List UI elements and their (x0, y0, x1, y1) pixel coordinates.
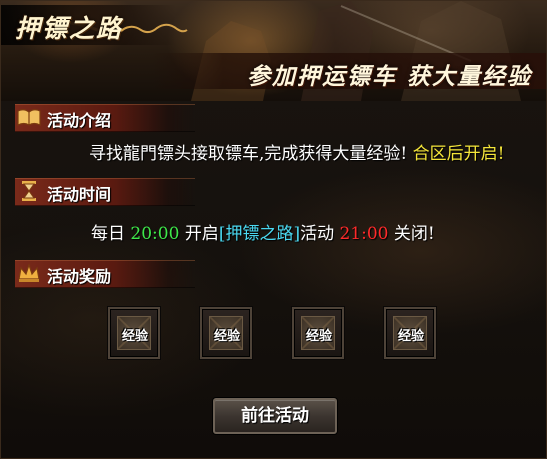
reward-label: 经验 (397, 329, 424, 344)
time-event-name: [押镖之路] (218, 224, 301, 244)
reward-item[interactable]: 经验 (292, 307, 344, 359)
hourglass-icon (22, 181, 36, 201)
time-end: 21:00 (339, 224, 389, 244)
reward-label: 经验 (305, 329, 332, 344)
reward-icon: 经验 (209, 316, 243, 350)
reward-label: 经验 (213, 329, 240, 344)
intro-description: 寻找龍門镖头接取镖车,完成获得大量经验! (89, 144, 408, 164)
book-icon (17, 109, 41, 126)
time-close: 关闭! (393, 224, 435, 244)
intro-highlight: 合区后开启! (412, 144, 505, 164)
section-header-time: 活动时间 (15, 178, 195, 206)
section-title-rewards: 活动奖励 (47, 267, 112, 286)
time-activity: 活动 (300, 224, 335, 244)
go-to-event-button[interactable]: 前往活动 (213, 398, 337, 434)
time-text-line: 每日 20:00 开启[押镖之路]活动 21:00 关闭! (91, 219, 435, 244)
crown-icon (18, 263, 40, 282)
time-open: 开启 (184, 224, 219, 244)
banner-slogan: 参加押运镖车 获大量经验 (246, 63, 532, 90)
reward-icon: 经验 (117, 316, 151, 350)
section-header-rewards: 活动奖励 (15, 260, 195, 288)
time-daily: 每日 (91, 224, 125, 244)
reward-item[interactable]: 经验 (200, 307, 252, 359)
reward-icon: 经验 (301, 316, 335, 350)
reward-icon: 经验 (393, 316, 427, 350)
section-title-intro: 活动介绍 (47, 111, 112, 130)
section-title-time: 活动时间 (47, 185, 112, 204)
reward-label: 经验 (121, 329, 148, 344)
event-panel: 押镖之路 参加押运镖车 获大量经验 活动介绍 寻找龍門镖头接取镖车,完成获得大量… (0, 0, 547, 459)
event-banner: 押镖之路 参加押运镖车 获大量经验 (1, 1, 546, 101)
intro-text-line: 寻找龍門镖头接取镖车,完成获得大量经验! 合区后开启! (89, 139, 505, 164)
banner-title: 押镖之路 (15, 14, 124, 43)
reward-item[interactable]: 经验 (108, 307, 160, 359)
reward-item[interactable]: 经验 (384, 307, 436, 359)
section-header-intro: 活动介绍 (15, 104, 195, 132)
time-start: 20:00 (130, 224, 180, 244)
cloud-ornament-icon (120, 23, 188, 34)
